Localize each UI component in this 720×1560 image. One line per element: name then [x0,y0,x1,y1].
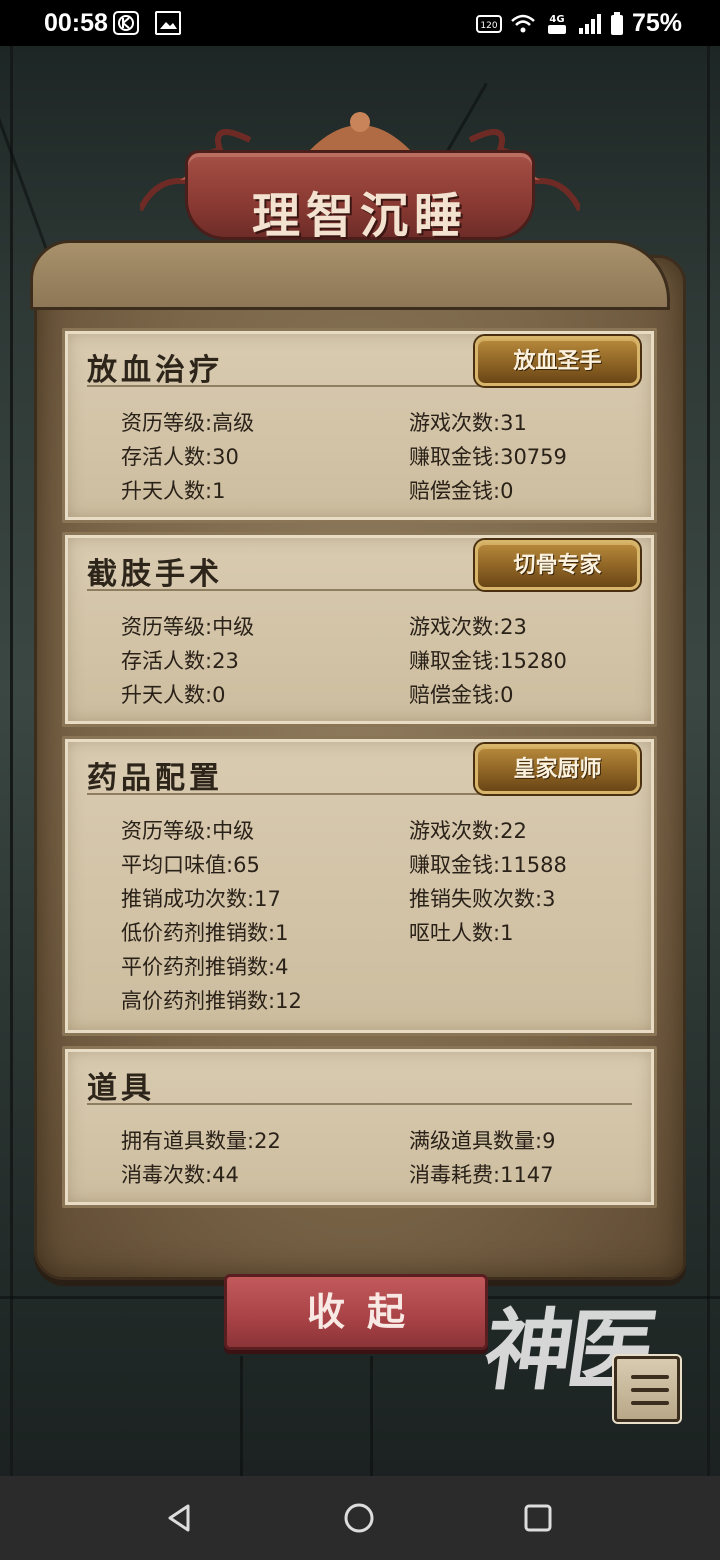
stat-item: 赚取金钱15280 [409,645,567,675]
stat-item: 赔偿金钱0 [409,679,513,709]
home-icon[interactable] [337,1496,381,1540]
section-bloodletting: 放血治疗 放血圣手 资历等级高级 游戏次数31 存活人数30 赚取金钱30759… [62,328,657,523]
stat-item: 推销失败次数3 [409,883,555,913]
back-icon[interactable] [158,1496,202,1540]
stat-item: 推销成功次数17 [121,883,281,913]
system-nav-bar [0,1476,720,1560]
stat-item: 升天人数0 [121,679,225,709]
4g-icon: 4G [547,14,566,34]
stat-item: 赔偿金钱0 [409,475,513,505]
svg-text:4G: 4G [549,14,564,25]
scene-door-line [370,1356,373,1476]
achievement-badge[interactable]: 皇家厨师 [475,744,640,794]
signal-icon [578,13,601,34]
section-title: 道具 [87,1071,155,1106]
parchment-curl [30,240,670,310]
image-icon [155,11,181,35]
stat-item: 升天人数1 [121,475,225,505]
battery-percent: 75% [631,9,682,37]
menu-icon [631,1375,669,1379]
menu-icon [631,1388,669,1392]
stat-item: 存活人数30 [121,441,239,471]
notification-k-icon [113,11,139,35]
collapse-button[interactable]: 收起 [224,1274,488,1350]
page-title: 理智沉睡 [251,188,468,244]
hd-voice-icon: 120 [475,14,502,33]
battery-icon [610,11,623,35]
stat-item: 拥有道具数量22 [121,1125,281,1155]
stat-item: 平均口味值65 [121,849,260,879]
wifi-icon [511,14,535,32]
section-title: 放血治疗 [87,353,223,388]
achievement-badge[interactable]: 切骨专家 [475,540,640,590]
section-medicine: 药品配置 皇家厨师 资历等级中级 游戏次数22 平均口味值65 赚取金钱1158… [62,736,657,1036]
achievement-badge[interactable]: 放血圣手 [475,336,640,386]
stat-item: 低价药剂推销数1 [121,917,288,947]
scene-door-line [240,1356,243,1476]
stat-item: 游戏次数22 [409,815,527,845]
stat-item: 消毒次数44 [121,1159,239,1189]
stat-item: 平价药剂推销数4 [121,951,288,981]
stat-item: 资历等级中级 [121,611,254,641]
stat-item: 游戏次数23 [409,611,527,641]
svg-text:120: 120 [480,21,497,31]
stat-item: 游戏次数31 [409,407,527,437]
stat-item: 高价药剂推销数12 [121,985,302,1015]
section-items: 道具 拥有道具数量22 满级道具数量9 消毒次数44 消毒耗费1147 [62,1046,657,1208]
section-amputation: 截肢手术 切骨专家 资历等级中级 游戏次数23 存活人数23 赚取金钱15280… [62,532,657,727]
stat-item: 存活人数23 [121,645,239,675]
section-divider [87,1103,632,1105]
stat-item: 消毒耗费1147 [409,1159,554,1189]
stat-item: 资历等级中级 [121,815,254,845]
menu-icon [631,1401,669,1405]
stat-item: 赚取金钱11588 [409,849,567,879]
status-time: 00:58 [44,9,108,37]
section-title: 药品配置 [87,761,223,796]
recents-icon[interactable] [516,1496,560,1540]
status-right-icons: 120 4G 75% [475,9,682,38]
stat-item: 资历等级高级 [121,407,254,437]
stat-item: 赚取金钱30759 [409,441,567,471]
menu-button[interactable] [614,1356,680,1422]
status-bar: 00:58 120 4G 75% [0,0,720,46]
stat-item: 呕吐人数1 [409,917,513,947]
section-title: 截肢手术 [87,557,223,592]
stat-item: 满级道具数量9 [409,1125,555,1155]
